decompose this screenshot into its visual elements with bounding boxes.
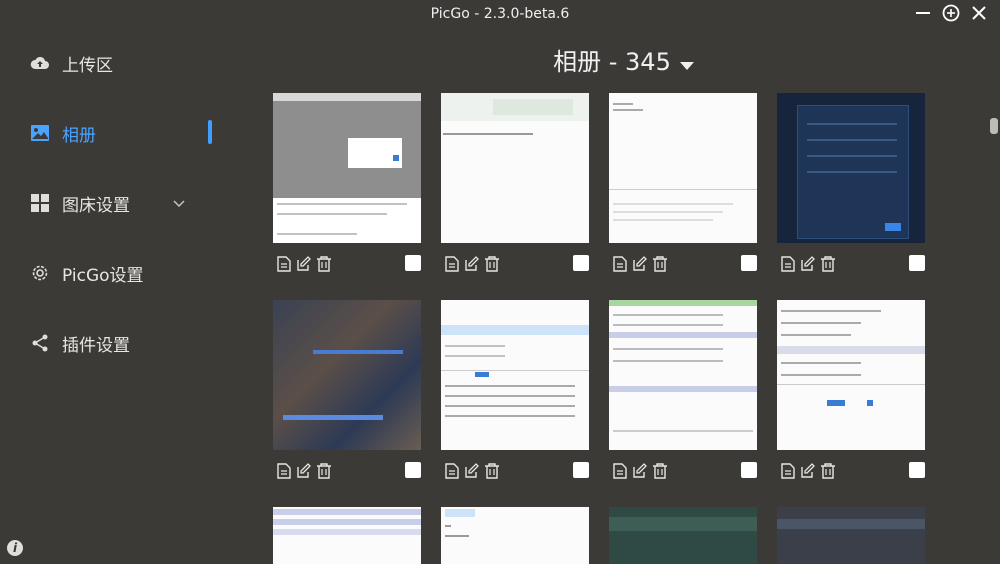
sidebar-item-label: 插件设置 (62, 335, 130, 356)
sidebar-item-label: PicGo设置 (62, 265, 144, 286)
document-icon[interactable] (611, 255, 629, 273)
gear-icon (30, 263, 50, 283)
card-actions (609, 255, 757, 275)
edit-icon[interactable] (463, 462, 481, 480)
card-actions (441, 462, 589, 482)
trash-icon[interactable] (483, 462, 501, 480)
card-actions (777, 255, 925, 275)
trash-icon[interactable] (651, 462, 669, 480)
thumbnail[interactable] (609, 93, 757, 243)
document-icon[interactable] (443, 255, 461, 273)
title-bar: PicGo - 2.3.0-beta.6 (0, 0, 1000, 28)
card-actions (273, 255, 421, 275)
thumbnail[interactable] (273, 300, 421, 450)
sidebar: 上传区 相册 图床设置 PicGo设置 插件设置 i (0, 28, 260, 564)
image-card (441, 93, 589, 272)
sidebar-item-label: 图床设置 (62, 195, 130, 216)
app-window: PicGo - 2.3.0-beta.6 上传区 相册 图床设置 PicGo设置… (0, 0, 1000, 564)
select-checkbox[interactable] (741, 462, 757, 478)
thumbnail[interactable] (609, 507, 757, 564)
thumbnail[interactable] (777, 507, 925, 564)
card-actions (609, 462, 757, 482)
active-indicator (208, 120, 212, 144)
edit-icon[interactable] (631, 462, 649, 480)
document-icon[interactable] (275, 462, 293, 480)
image-card (609, 300, 757, 479)
image-icon (30, 123, 50, 143)
trash-icon[interactable] (315, 255, 333, 273)
select-checkbox[interactable] (909, 255, 925, 271)
thumbnail[interactable] (441, 507, 589, 564)
edit-icon[interactable] (799, 462, 817, 480)
edit-icon[interactable] (799, 255, 817, 273)
trash-icon[interactable] (651, 255, 669, 273)
sidebar-item-picgo-settings[interactable]: PicGo设置 (30, 258, 144, 288)
document-icon[interactable] (779, 255, 797, 273)
card-actions (777, 462, 925, 482)
trash-icon[interactable] (315, 462, 333, 480)
image-card (777, 93, 925, 272)
image-card (777, 507, 925, 564)
trash-icon[interactable] (819, 255, 837, 273)
sidebar-item-label: 上传区 (62, 55, 113, 76)
trash-icon[interactable] (819, 462, 837, 480)
edit-icon[interactable] (295, 255, 313, 273)
image-card (441, 507, 589, 564)
close-icon[interactable] (970, 4, 988, 22)
sidebar-item-label: 相册 (62, 125, 96, 146)
edit-icon[interactable] (631, 255, 649, 273)
chevron-down-icon[interactable] (172, 194, 186, 213)
sidebar-item-upload[interactable]: 上传区 (30, 48, 113, 78)
caret-down-icon[interactable] (679, 49, 695, 77)
thumbnail[interactable] (273, 507, 421, 564)
scrollbar-thumb[interactable] (990, 118, 998, 134)
minimize-icon[interactable] (914, 4, 932, 22)
select-checkbox[interactable] (405, 255, 421, 271)
image-card (609, 93, 757, 272)
image-card (777, 300, 925, 479)
album-title-text: 相册 - 345 (553, 48, 671, 76)
document-icon[interactable] (611, 462, 629, 480)
album-title[interactable]: 相册 - 345 (260, 42, 988, 77)
image-card (273, 507, 421, 564)
select-checkbox[interactable] (741, 255, 757, 271)
gallery-panel: 相册 - 345 (260, 28, 988, 564)
thumbnail[interactable] (609, 300, 757, 450)
document-icon[interactable] (443, 462, 461, 480)
maximize-icon[interactable] (942, 4, 960, 22)
window-controls (914, 4, 988, 22)
select-checkbox[interactable] (405, 462, 421, 478)
trash-icon[interactable] (483, 255, 501, 273)
thumbnail[interactable] (441, 93, 589, 243)
thumbnail[interactable] (777, 93, 925, 243)
share-icon (30, 333, 50, 353)
image-card (273, 93, 421, 272)
sidebar-item-plugin-settings[interactable]: 插件设置 (30, 328, 130, 358)
info-icon[interactable]: i (7, 540, 23, 556)
select-checkbox[interactable] (573, 462, 589, 478)
grid-icon (30, 193, 50, 213)
document-icon[interactable] (779, 462, 797, 480)
sidebar-item-gallery[interactable]: 相册 (30, 118, 96, 148)
image-card (609, 507, 757, 564)
image-card (273, 300, 421, 479)
cloud-upload-icon (30, 53, 50, 73)
thumbnail[interactable] (777, 300, 925, 450)
document-icon[interactable] (275, 255, 293, 273)
edit-icon[interactable] (295, 462, 313, 480)
sidebar-item-picbed-settings[interactable]: 图床设置 (30, 188, 130, 218)
thumbnail[interactable] (441, 300, 589, 450)
card-actions (273, 462, 421, 482)
select-checkbox[interactable] (573, 255, 589, 271)
window-title: PicGo - 2.3.0-beta.6 (430, 6, 570, 22)
card-actions (441, 255, 589, 275)
edit-icon[interactable] (463, 255, 481, 273)
select-checkbox[interactable] (909, 462, 925, 478)
image-card (441, 300, 589, 479)
thumbnail[interactable] (273, 93, 421, 243)
